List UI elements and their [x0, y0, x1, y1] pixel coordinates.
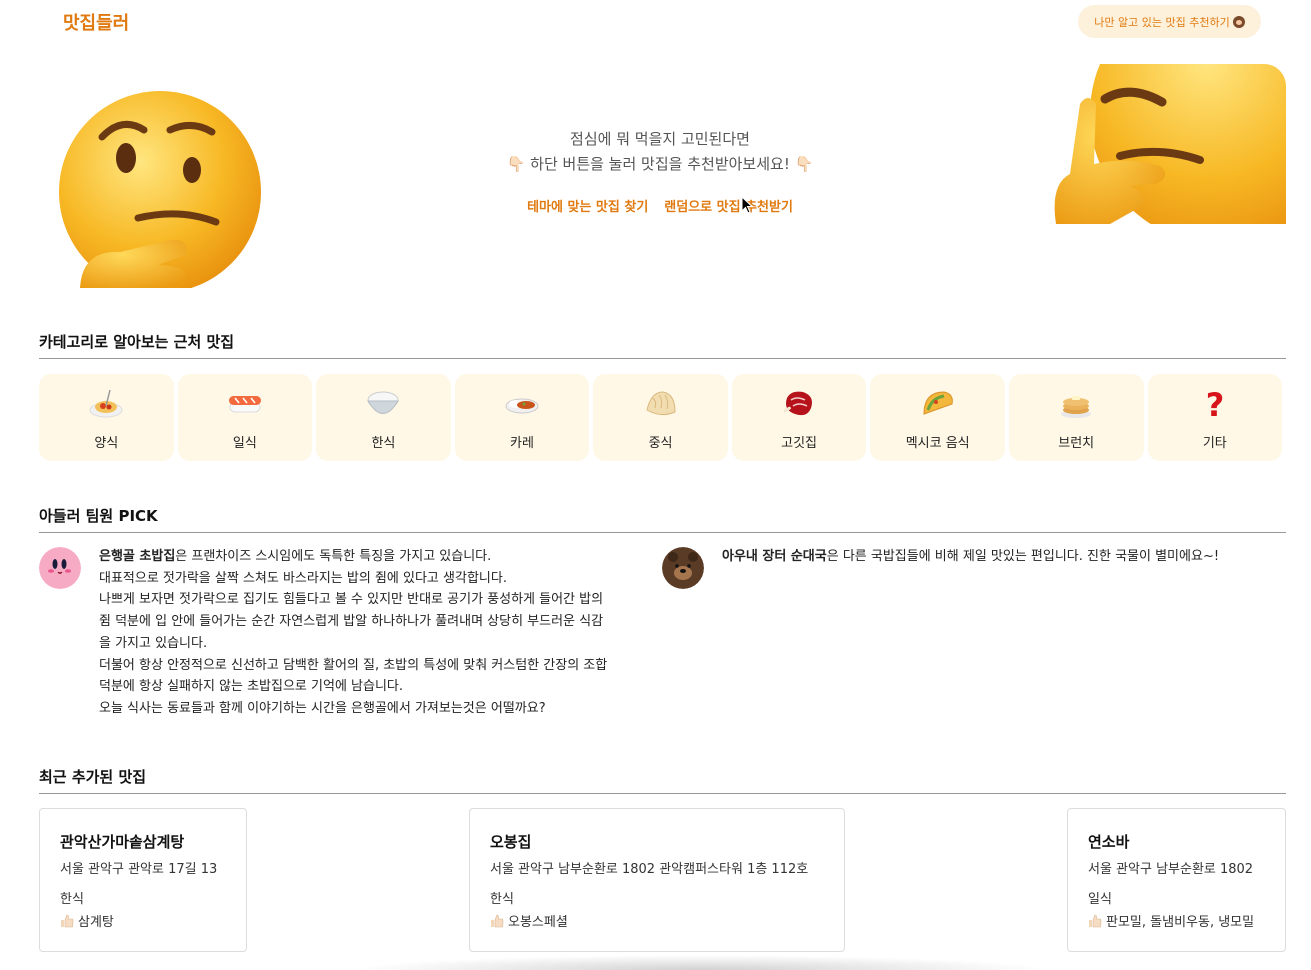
restaurant-category: 일식	[1088, 892, 1112, 907]
category-label: 브런치	[1058, 436, 1095, 451]
restaurant-menu: 오봉스페셜	[490, 911, 824, 930]
category-meat[interactable]: 고깃집	[731, 374, 867, 461]
category-mexican[interactable]: 멕시코 음식	[870, 374, 1005, 461]
restaurant-address: 서울 관악구 관악로 17길 13	[60, 862, 218, 877]
category-korean[interactable]: 한식	[316, 374, 451, 461]
site-logo[interactable]: 맛집들러	[63, 9, 129, 35]
category-label: 일식	[232, 436, 257, 451]
category-japanese[interactable]: 일식	[177, 374, 313, 461]
pancake-icon	[1056, 384, 1096, 424]
recent-restaurant-card[interactable]: 연소바 서울 관악구 남부순환로 1802 일식 판모밀, 돌냄비우동, 냉모밀	[1067, 808, 1286, 952]
pick-review-line: 을 가지고 있습니다.	[99, 635, 208, 651]
thinking-face-emoji-left	[40, 80, 280, 288]
category-list: 양식 일식 한식 카레 중식 고깃집 멕시코 음식 브런치 ? 기타	[39, 374, 1283, 461]
hero-message: 점심에 뭐 먹을지 고민된다면 👇🏻 하단 버튼을 눌러 맛집을 추천받아보세요…	[430, 127, 890, 177]
meat-icon	[779, 384, 819, 424]
category-label: 기타	[1202, 436, 1227, 451]
recent-section-title: 최근 추가된 맛집	[39, 768, 147, 786]
recent-restaurant-card[interactable]: 오봉집 서울 관악구 남부순환로 1802 관악캠퍼스타워 1층 112호 한식…	[469, 808, 845, 952]
recent-section-divider	[39, 793, 1286, 794]
restaurant-address: 서울 관악구 남부순환로 1802	[1088, 862, 1254, 877]
hero-line-1: 점심에 뭐 먹을지 고민된다면	[570, 130, 750, 148]
mouse-cursor-icon	[741, 195, 754, 218]
category-label: 중식	[648, 436, 673, 451]
restaurant-name: 오봉집	[490, 833, 532, 851]
category-label: 고깃집	[781, 436, 818, 451]
pick-review-line: 덕분에 항상 실패하지 않는 초밥집으로 기억에 남습니다.	[99, 679, 404, 695]
restaurant-menu-text: 판모밀, 돌냄비우동, 냉모밀	[1106, 915, 1255, 930]
rice-bowl-icon	[363, 384, 403, 424]
theme-search-link[interactable]: 테마에 맞는 맛집 찾기	[527, 196, 648, 215]
restaurant-menu-text: 오봉스페셜	[508, 915, 568, 930]
hero-links: 테마에 맞는 맛집 찾기 랜덤으로 맛집 추천받기	[430, 196, 890, 215]
hero-line-2: 👇🏻 하단 버튼을 눌러 맛집을 추천받아보세요! 👇🏻	[506, 155, 814, 173]
kirby-avatar	[39, 547, 81, 589]
spaghetti-icon	[86, 384, 126, 424]
pick-review-line: 은 프랜차이즈 스시임에도 독특한 특징을 가지고 있습니다.	[175, 549, 492, 564]
category-western[interactable]: 양식	[39, 374, 174, 461]
category-label: 카레	[510, 436, 534, 451]
category-section-title: 카테고리로 알아보는 근처 맛집	[39, 333, 235, 351]
bottom-shadow	[350, 955, 1050, 970]
restaurant-category: 한식	[490, 892, 514, 907]
svg-text:?: ?	[1206, 386, 1225, 422]
recent-restaurant-card[interactable]: 관악산가마솥삼계탕 서울 관악구 관악로 17길 13 한식 삼계탕	[39, 808, 247, 952]
restaurant-name: 관악산가마솥삼계탕	[60, 833, 185, 851]
taco-icon	[918, 384, 958, 424]
pick-review-line: 나쁘게 보자면 젓가락으로 집기도 힘들다고 볼 수 있지만 반대로 공기가 풍…	[99, 592, 604, 608]
pick-review-line: 오늘 식사는 동료들과 함께 이야기하는 시간을 은행골에서 가져보는것은 어떨…	[99, 700, 546, 716]
picks-section-title: 아들러 팀원 PICK	[39, 507, 158, 525]
category-label: 멕시코 음식	[905, 436, 970, 451]
thinking-face-emoji-right	[1050, 64, 1286, 224]
question-mark-icon: ?	[1195, 384, 1235, 424]
category-curry[interactable]: 카레	[454, 374, 590, 461]
pick-review-line: 더불어 항상 안정적으로 신선하고 담백한 활어의 질, 초밥의 특성에 맞춰 …	[99, 657, 608, 673]
category-label: 양식	[94, 436, 119, 451]
sushi-icon	[225, 384, 265, 424]
restaurant-name: 연소바	[1088, 833, 1130, 851]
category-etc[interactable]: ? 기타	[1147, 374, 1283, 461]
category-label: 한식	[371, 436, 396, 451]
picks-section-divider	[39, 532, 1286, 533]
pick-review-line: 은 다른 국밥집들에 비해 제일 맛있는 편입니다. 진한 국물이 별미에요~!	[826, 549, 1220, 564]
category-brunch[interactable]: 브런치	[1008, 374, 1144, 461]
pick-review-2: 아우내 장터 순대국은 다른 국밥집들에 비해 제일 맛있는 편입니다. 진한 …	[722, 546, 1282, 568]
restaurant-address: 서울 관악구 남부순환로 1802 관악캠퍼스타워 1층 112호	[490, 862, 809, 877]
dumpling-icon	[641, 384, 681, 424]
pick-review-line: 대표적으로 젓가락을 살짝 스쳐도 바스라지는 밥의 쥠에 있다고 생각합니다.	[99, 570, 507, 586]
curry-icon	[502, 384, 542, 424]
restaurant-menu-text: 삼계탕	[78, 915, 114, 930]
restaurant-menu: 삼계탕	[60, 911, 226, 930]
restaurant-menu: 판모밀, 돌냄비우동, 냉모밀	[1088, 911, 1265, 930]
bear-avatar	[662, 547, 704, 589]
recommend-restaurant-button[interactable]: 나만 알고 있는 맛집 추천하기	[1078, 5, 1261, 38]
restaurant-category: 한식	[60, 892, 84, 907]
thumbs-up-icon	[490, 914, 504, 928]
pick-review-1: 은행골 초밥집은 프랜차이즈 스시임에도 독특한 특징을 가지고 있습니다. 대…	[99, 546, 649, 720]
thumbs-up-icon	[60, 914, 74, 928]
thumbs-up-icon	[1088, 914, 1102, 928]
category-section-divider	[39, 358, 1286, 359]
pick-restaurant-name[interactable]: 은행골 초밥집	[99, 549, 175, 564]
recommend-button-label: 나만 알고 있는 맛집 추천하기	[1094, 15, 1230, 29]
person-emoji-icon	[1232, 15, 1245, 28]
category-chinese[interactable]: 중식	[593, 374, 728, 461]
pick-review-line: 쥠 덕분에 입 안에 들어가는 순간 자연스럽게 밥알 하나하나가 풀려내며 상…	[99, 614, 604, 630]
random-recommend-link[interactable]: 랜덤으로 맛집 추천받기	[664, 196, 793, 215]
pick-restaurant-name[interactable]: 아우내 장터 순대국	[722, 549, 827, 564]
